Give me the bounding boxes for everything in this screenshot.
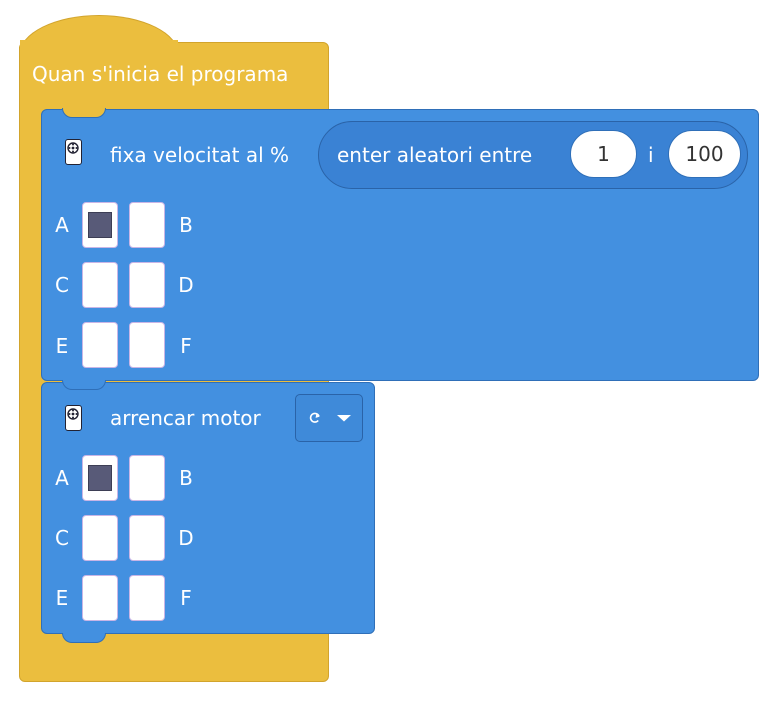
block-connector-tab [62, 633, 106, 643]
port-label-e: E [55, 334, 69, 358]
block-connector-notch [62, 380, 106, 390]
port-label-b: B [179, 466, 193, 490]
chevron-down-icon [337, 415, 351, 422]
port-label-b: B [179, 213, 193, 237]
port-label-f: F [180, 586, 192, 610]
port-label-d: D [178, 526, 194, 550]
port-label-d: D [178, 273, 194, 297]
hat-block-label: Quan s'inicia el programa [32, 62, 289, 86]
port-a-checkbox[interactable] [82, 455, 118, 501]
port-label-f: F [180, 334, 192, 358]
port-label-a: A [55, 466, 69, 490]
port-e-checkbox[interactable] [82, 322, 118, 368]
block-connector-notch [62, 108, 106, 118]
random-separator-label: i [648, 143, 654, 167]
port-c-checkbox[interactable] [82, 515, 118, 561]
port-label-a: A [55, 213, 69, 237]
port-f-checkbox[interactable] [129, 322, 165, 368]
motor-icon [65, 405, 82, 431]
port-label-c: C [55, 273, 69, 297]
clockwise-icon [309, 412, 320, 423]
port-label-e: E [55, 586, 69, 610]
port-a-checkbox[interactable] [82, 202, 118, 248]
port-f-checkbox[interactable] [129, 575, 165, 621]
hat-block-dome-fill [20, 40, 178, 52]
port-label-c: C [55, 526, 69, 550]
random-reporter-label: enter aleatori entre [337, 143, 533, 167]
port-e-checkbox[interactable] [82, 575, 118, 621]
motor-icon [65, 139, 82, 165]
port-d-checkbox[interactable] [129, 515, 165, 561]
set-speed-label: fixa velocitat al % [110, 143, 290, 167]
port-d-checkbox[interactable] [129, 262, 165, 308]
port-c-checkbox[interactable] [82, 262, 118, 308]
random-min-input[interactable]: 1 [570, 130, 637, 178]
start-motor-label: arrencar motor [110, 406, 261, 430]
port-b-checkbox[interactable] [129, 202, 165, 248]
direction-dropdown[interactable] [295, 394, 363, 442]
random-max-input[interactable]: 100 [668, 130, 741, 178]
port-b-checkbox[interactable] [129, 455, 165, 501]
